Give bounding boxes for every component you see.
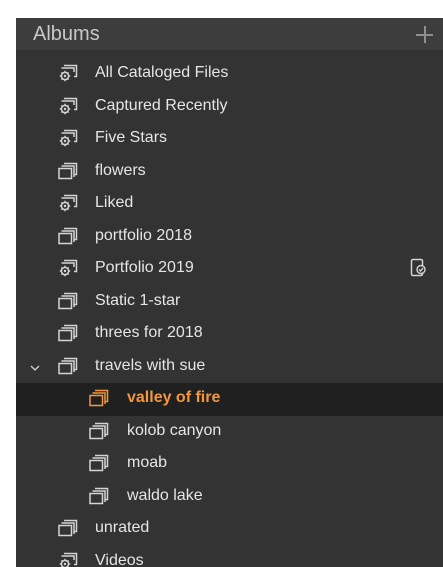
album-item[interactable]: valley of fire [16,383,443,416]
album-item[interactable]: Liked [16,188,443,221]
album-item-label: waldo lake [127,486,203,504]
album-icon [58,357,78,375]
album-icon [58,324,78,342]
album-item-label: threes for 2018 [95,324,203,341]
album-icon [89,389,109,407]
album-item-label: Liked [95,194,134,211]
album-item[interactable]: moab [16,448,443,481]
album-item[interactable]: waldo lake [16,481,443,514]
album-icon [89,422,109,440]
smart-album-icon [58,97,78,115]
mobile-sync-icon [410,258,426,278]
album-item-label: Five Stars [95,129,168,146]
album-item[interactable]: Static 1-star [16,286,443,319]
album-item-label: kolob canyon [127,421,222,439]
add-album-button[interactable] [415,24,435,44]
smart-album-icon [58,194,78,212]
album-item-label: Portfolio 2019 [95,259,194,276]
panel-header: Albums [16,18,443,50]
albums-panel: Albums All Cataloged Files Captured Recen… [16,18,443,567]
album-icon [89,454,109,472]
panel-title: Albums [33,23,100,45]
album-item[interactable]: Videos [16,546,443,567]
album-item-label: valley of fire [127,389,221,406]
album-item[interactable]: Portfolio 2019 [16,253,443,286]
album-icon [58,162,78,180]
album-item-label: flowers [95,161,146,179]
smart-album-icon [58,129,78,147]
album-list: All Cataloged Files Captured Recently Five… [16,58,443,567]
album-item[interactable]: Five Stars [16,123,443,156]
chevron-down-icon[interactable] [30,360,40,371]
album-item[interactable]: threes for 2018 [16,318,443,351]
album-icon [58,227,78,245]
album-item-label: Static 1-star [95,291,181,309]
album-item-label: Captured Recently [95,96,228,114]
album-item[interactable]: All Cataloged Files [16,58,443,91]
smart-album-icon [58,64,78,82]
album-icon [58,519,78,537]
album-icon [58,292,78,310]
album-icon [89,487,109,505]
album-item-label: All Cataloged Files [95,64,229,81]
album-item-label: travels with sue [95,356,206,374]
album-item[interactable]: flowers [16,156,443,189]
album-item-label: unrated [95,519,150,536]
smart-album-icon [58,552,78,567]
album-item-label: portfolio 2018 [95,226,192,244]
album-item[interactable]: kolob canyon [16,416,443,449]
album-item[interactable]: travels with sue [16,351,443,384]
album-item[interactable]: Captured Recently [16,91,443,124]
smart-album-icon [58,259,78,277]
album-item[interactable]: portfolio 2018 [16,221,443,254]
album-item-label: Videos [95,551,144,567]
album-item-label: moab [127,454,168,471]
album-item[interactable]: unrated [16,513,443,546]
